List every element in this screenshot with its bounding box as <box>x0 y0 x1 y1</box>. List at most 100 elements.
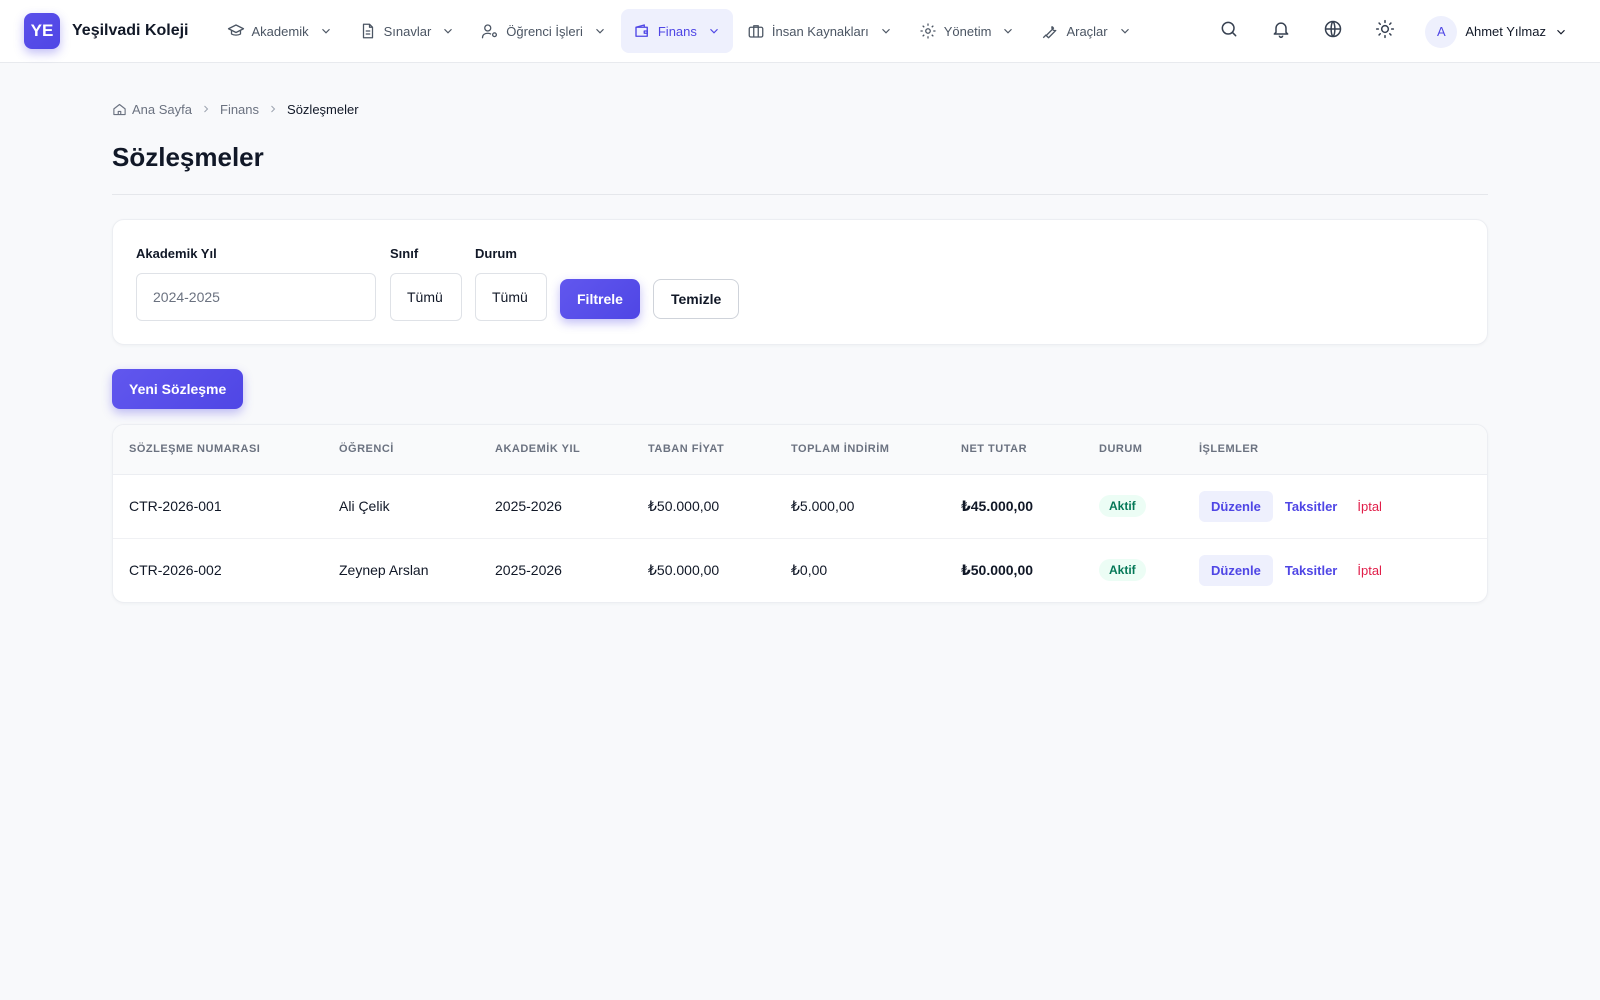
nav-item-label: İnsan Kaynakları <box>771 23 869 39</box>
filter-card: Akademik Yıl 2024-2025 Sınıf Tümü Durum … <box>112 219 1488 345</box>
chevron-down-icon <box>1118 24 1132 38</box>
user-name: Ahmet Yılmaz <box>1465 24 1546 39</box>
sun-icon <box>1375 19 1395 44</box>
table-row[interactable]: CTR-2026-001 Ali Çelik 2025-2026 ₺50.000… <box>113 474 1487 538</box>
chevron-down-icon <box>593 24 607 38</box>
installments-link[interactable]: Taksitler <box>1285 563 1338 578</box>
bell-icon <box>1271 19 1291 44</box>
graduation-cap-icon <box>227 22 245 40</box>
column-header: TOPLAM İNDİRİM <box>775 425 945 475</box>
nav-item-insan-kaynaklari[interactable]: İnsan Kaynakları <box>735 9 905 53</box>
language-button[interactable] <box>1313 12 1353 52</box>
avatar: A <box>1425 15 1458 48</box>
chevron-right-icon <box>200 103 212 115</box>
net-amount: ₺50.000,00 <box>961 561 1034 578</box>
student-name: Ali Çelik <box>339 498 390 514</box>
table-toolbar: Yeni Sözleşme <box>112 369 1488 409</box>
column-header: AKADEMİK YIL <box>479 425 632 475</box>
chevron-down-icon <box>1001 24 1015 38</box>
status-label: Durum <box>475 246 517 261</box>
contracts-table-card: SÖZLEŞME NUMARASI ÖĞRENCİ AKADEMİK YIL T… <box>112 424 1488 603</box>
academic-year-field: Akademik Yıl 2024-2025 <box>136 246 376 321</box>
column-header: İŞLEMLER <box>1183 425 1487 475</box>
status-cell: Aktif <box>1083 474 1183 538</box>
class-label: Sınıf <box>390 246 419 261</box>
breadcrumb-current: Sözleşmeler <box>287 101 359 117</box>
base-price: ₺50.000,00 <box>648 497 720 514</box>
main-content: Ana Sayfa Finans Sözleşmeler Sözleşmeler… <box>112 63 1488 603</box>
contracts-table: SÖZLEŞME NUMARASI ÖĞRENCİ AKADEMİK YIL T… <box>113 425 1487 602</box>
briefcase-icon <box>747 22 765 40</box>
filter-button[interactable]: Filtrele <box>560 279 640 319</box>
new-contract-button[interactable]: Yeni Sözleşme <box>112 369 244 409</box>
brand-logo: YE <box>24 13 60 49</box>
main-nav: Akademik Sınavlar Öğrenci İşleri Finans <box>215 0 1146 63</box>
gear-icon <box>919 22 937 40</box>
table-header-row: SÖZLEŞME NUMARASI ÖĞRENCİ AKADEMİK YIL T… <box>113 425 1487 475</box>
breadcrumb-home[interactable]: Ana Sayfa <box>112 102 192 117</box>
edit-button[interactable]: Düzenle <box>1199 490 1273 522</box>
class-field: Sınıf Tümü <box>390 246 462 321</box>
nav-item-label: Öğrenci İşleri <box>506 23 583 39</box>
nav-item-araclar[interactable]: Araçlar <box>1029 9 1143 53</box>
title-divider <box>112 194 1488 195</box>
status-field: Durum Tümü <box>475 246 547 321</box>
search-icon <box>1219 19 1239 44</box>
academic-year: 2025-2026 <box>495 562 562 579</box>
base-price: ₺50.000,00 <box>648 561 720 578</box>
page-title: Sözleşmeler <box>112 142 264 172</box>
top-navbar: YE Yeşilvadi Koleji Akademik Sınavlar Öğ… <box>0 0 1600 63</box>
column-header: TABAN FİYAT <box>632 425 775 475</box>
actions-cell: Düzenle Taksitler İptal <box>1183 474 1487 538</box>
contract-number: CTR-2026-001 <box>129 498 222 514</box>
notifications-button[interactable] <box>1261 12 1301 52</box>
net-amount: ₺45.000,00 <box>961 497 1034 514</box>
chevron-right-icon <box>267 103 279 115</box>
academic-year-label: Akademik Yıl <box>136 246 217 261</box>
installments-link[interactable]: Taksitler <box>1285 499 1338 514</box>
theme-toggle-button[interactable] <box>1365 12 1405 52</box>
home-icon <box>112 102 127 117</box>
breadcrumb-home-label: Ana Sayfa <box>132 101 192 117</box>
wallet-icon <box>633 22 651 40</box>
chevron-down-icon <box>707 24 721 38</box>
status-badge: Aktif <box>1099 495 1146 517</box>
actions-cell: Düzenle Taksitler İptal <box>1183 538 1487 602</box>
status-select[interactable]: Tümü <box>475 273 547 321</box>
nav-item-label: Sınavlar <box>383 23 432 39</box>
nav-item-label: Araçlar <box>1066 23 1108 39</box>
chevron-down-icon <box>1554 25 1568 39</box>
class-select[interactable]: Tümü <box>390 273 462 321</box>
nav-item-ogrenci-isleri[interactable]: Öğrenci İşleri <box>469 9 619 53</box>
nav-item-label: Akademik <box>251 23 309 39</box>
academic-year: 2025-2026 <box>495 498 562 514</box>
column-header: SÖZLEŞME NUMARASI <box>113 425 323 475</box>
nav-item-finans[interactable]: Finans <box>620 9 733 53</box>
student-name: Zeynep Arslan <box>339 562 429 579</box>
chevron-down-icon <box>319 24 333 38</box>
column-header: NET TUTAR <box>945 425 1083 475</box>
table-row[interactable]: CTR-2026-002 Zeynep Arslan 2025-2026 ₺50… <box>113 538 1487 602</box>
column-header: ÖĞRENCİ <box>323 425 479 475</box>
navbar-actions: A Ahmet Yılmaz <box>1197 0 1568 63</box>
search-button[interactable] <box>1209 12 1249 52</box>
academic-year-input[interactable]: 2024-2025 <box>136 273 376 321</box>
edit-button[interactable]: Düzenle <box>1199 554 1273 586</box>
total-discount: ₺0,00 <box>791 561 828 578</box>
user-menu[interactable]: A Ahmet Yılmaz <box>1425 15 1568 48</box>
breadcrumb: Ana Sayfa Finans Sözleşmeler <box>112 100 1488 118</box>
chevron-down-icon <box>879 24 893 38</box>
clear-button[interactable]: Temizle <box>653 279 740 319</box>
nav-item-sinavlar[interactable]: Sınavlar <box>347 9 468 53</box>
cancel-link[interactable]: İptal <box>1357 499 1382 514</box>
wrench-icon <box>1041 22 1059 40</box>
brand[interactable]: YE Yeşilvadi Koleji <box>24 13 189 49</box>
breadcrumb-section[interactable]: Finans <box>220 102 259 117</box>
nav-item-label: Yönetim <box>943 23 992 39</box>
total-discount: ₺5.000,00 <box>791 497 855 514</box>
nav-item-akademik[interactable]: Akademik <box>215 9 345 53</box>
nav-item-yonetim[interactable]: Yönetim <box>907 9 1028 53</box>
document-icon <box>359 22 377 40</box>
cancel-link[interactable]: İptal <box>1357 563 1382 578</box>
status-cell: Aktif <box>1083 538 1183 602</box>
